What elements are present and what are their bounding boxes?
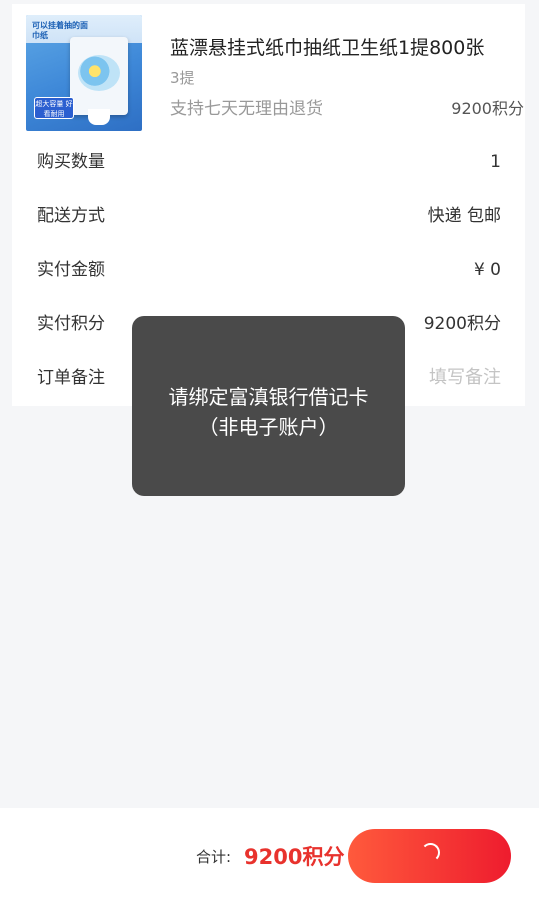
amount-label: 实付金额 — [37, 260, 105, 280]
product-points: 9200积分 — [451, 99, 524, 118]
points-label: 实付积分 — [37, 314, 105, 334]
delivery-value: 快递 包邮 — [427, 206, 501, 226]
product-spec: 3提 — [170, 69, 195, 87]
flower-graphic — [78, 55, 120, 91]
remark-input[interactable]: 填写备注 — [429, 363, 501, 393]
quantity-row: 购买数量 1 — [37, 147, 501, 177]
toast-line-1: 请绑定富滇银行借记卡 — [168, 385, 369, 409]
tissue-sheet-graphic — [88, 109, 110, 125]
quantity-label: 购买数量 — [37, 152, 105, 172]
loading-spinner-icon — [421, 843, 440, 862]
product-image: 可以挂着抽的面巾纸 超大容量 好看耐用 — [26, 15, 142, 131]
amount-value: ¥ 0 — [473, 260, 501, 280]
total-label: 合计: — [196, 848, 232, 866]
quantity-value: 1 — [490, 152, 501, 172]
points-value: 9200积分 — [423, 314, 501, 334]
remark-label: 订单备注 — [37, 368, 105, 388]
toast-line-2: （非电子账户） — [198, 415, 339, 439]
product-title: 蓝漂悬挂式纸巾抽纸卫生纸1提800张 — [170, 37, 485, 59]
bottom-bar: 合计: 9200积分 — [0, 808, 539, 904]
delivery-label: 配送方式 — [37, 206, 105, 226]
order-confirm-page: 可以挂着抽的面巾纸 超大容量 好看耐用 蓝漂悬挂式纸巾抽纸卫生纸1提800张 3… — [0, 0, 539, 904]
return-policy: 支持七天无理由退货 — [170, 99, 323, 119]
delivery-row: 配送方式 快递 包邮 — [37, 201, 501, 231]
image-badge: 超大容量 好看耐用 — [34, 97, 74, 119]
submit-order-button[interactable] — [348, 829, 511, 883]
tissue-pack-graphic — [70, 37, 128, 125]
toast-message: 请绑定富滇银行借记卡 （非电子账户） — [132, 316, 405, 496]
total-value: 9200积分 — [244, 845, 345, 869]
product-item[interactable]: 可以挂着抽的面巾纸 超大容量 好看耐用 蓝漂悬挂式纸巾抽纸卫生纸1提800张 3… — [26, 15, 524, 131]
amount-row: 实付金额 ¥ 0 — [37, 255, 501, 285]
